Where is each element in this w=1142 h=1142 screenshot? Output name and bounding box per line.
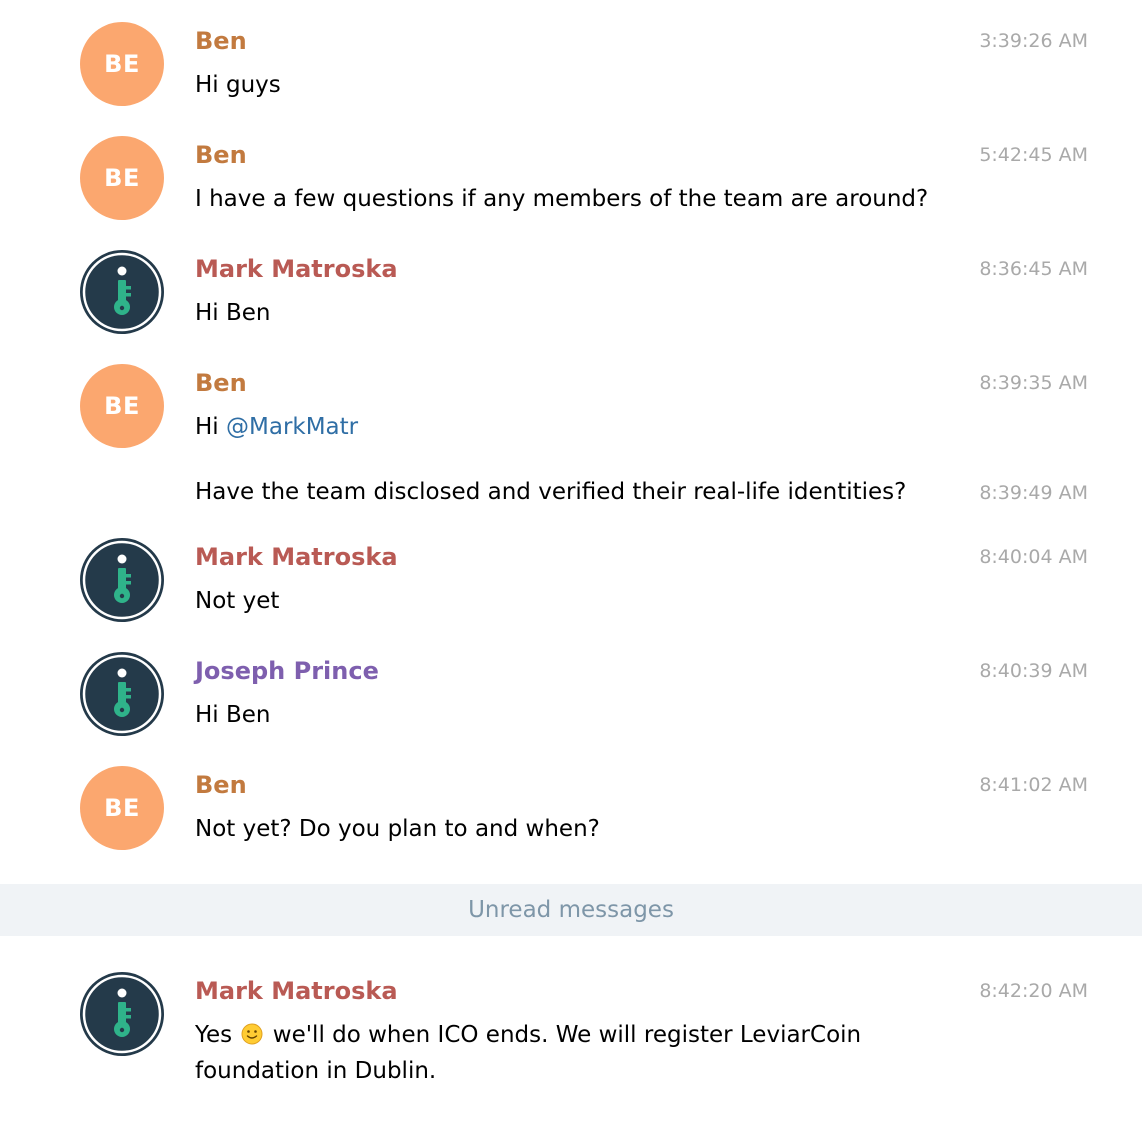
key-icon	[80, 652, 164, 736]
mention-link[interactable]: @MarkMatr	[226, 414, 358, 440]
unread-messages-label: Unread messages	[468, 897, 674, 923]
sender-name[interactable]: Ben	[195, 26, 247, 56]
avatar[interactable]: BE	[80, 364, 164, 448]
avatar-initials: BE	[104, 50, 140, 78]
message-text: Hi Ben	[195, 702, 271, 728]
message-timestamp: 8:36:45 AM	[979, 258, 1088, 280]
message-timestamp: 5:42:45 AM	[979, 144, 1088, 166]
avatar[interactable]: BE	[80, 136, 164, 220]
message-timestamp: 8:40:39 AM	[979, 660, 1088, 682]
avatar[interactable]: BE	[80, 22, 164, 106]
avatar-initials: BE	[104, 164, 140, 192]
slightly-smiling-face-icon	[241, 1023, 263, 1045]
message-text: Yes we'll do when ICO ends. We will regi…	[195, 1017, 895, 1089]
message-text: Hi Ben	[195, 300, 271, 326]
message-timestamp: 8:39:35 AM	[979, 372, 1088, 394]
avatar[interactable]: BE	[80, 766, 164, 850]
message-text-prefix: Hi	[195, 414, 226, 440]
message-timestamp: 8:42:20 AM	[979, 980, 1088, 1002]
key-icon	[80, 538, 164, 622]
avatar[interactable]	[80, 972, 164, 1056]
message-text: Hi guys	[195, 72, 281, 98]
sender-name[interactable]: Ben	[195, 368, 247, 398]
key-icon	[80, 250, 164, 334]
sender-name[interactable]: Ben	[195, 140, 247, 170]
message-text: Hi @MarkMatr	[195, 409, 935, 445]
avatar[interactable]	[80, 652, 164, 736]
sender-name[interactable]: Mark Matroska	[195, 542, 398, 572]
message-timestamp: 3:39:26 AM	[979, 30, 1088, 52]
avatar[interactable]	[80, 250, 164, 334]
unread-messages-divider: Unread messages	[0, 884, 1142, 936]
message-text-prefix: Yes	[195, 1022, 233, 1048]
message-timestamp: 8:39:49 AM	[979, 482, 1088, 504]
message-text: I have a few questions if any members of…	[195, 186, 929, 212]
sender-name[interactable]: Mark Matroska	[195, 254, 398, 284]
avatar-initials: BE	[104, 392, 140, 420]
message-text: Have the team disclosed and verified the…	[195, 479, 907, 505]
message-text: Not yet? Do you plan to and when?	[195, 816, 600, 842]
sender-name[interactable]: Mark Matroska	[195, 976, 398, 1006]
message-timestamp: 8:41:02 AM	[979, 774, 1088, 796]
message-text-suffix: we'll do when ICO ends. We will register…	[195, 1022, 862, 1084]
avatar[interactable]	[80, 538, 164, 622]
key-icon	[80, 972, 164, 1056]
avatar-initials: BE	[104, 794, 140, 822]
sender-name[interactable]: Joseph Prince	[195, 656, 379, 686]
sender-name[interactable]: Ben	[195, 770, 247, 800]
message-timestamp: 8:40:04 AM	[979, 546, 1088, 568]
message-text: Not yet	[195, 588, 280, 614]
